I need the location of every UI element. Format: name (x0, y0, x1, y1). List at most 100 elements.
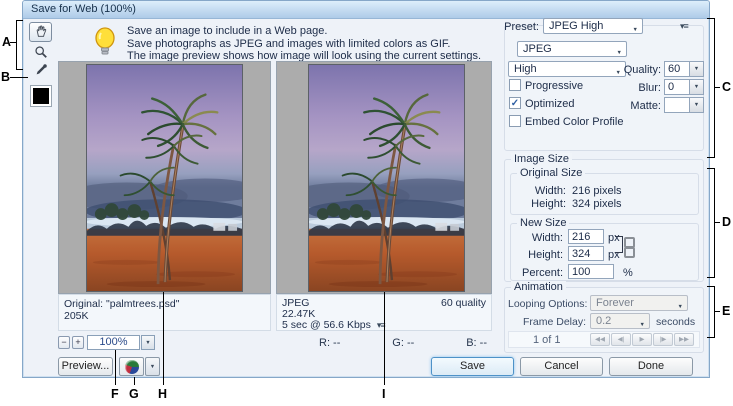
image-size-title: Image Size (511, 153, 572, 165)
new-height-input[interactable] (568, 246, 604, 261)
callout-line-f (115, 350, 116, 385)
last-frame-button[interactable]: ▶▶ (674, 333, 694, 346)
animation-title: Animation (511, 281, 566, 293)
frame-delay-label: Frame Delay: (523, 316, 586, 328)
new-width-label: Width: (515, 232, 563, 244)
quality-preset-select[interactable]: High (508, 61, 626, 77)
callout-letter-i: I (382, 387, 385, 401)
original-filesize: 205K (64, 310, 265, 322)
tip-line-1: Save an image to include in a Web page. (127, 25, 481, 38)
eyedropper-tool-button[interactable] (31, 63, 51, 80)
frame-nav-strip: 1 of 1 ◀◀ ◀| ▶ |▶ ▶▶ (508, 331, 700, 348)
frame-delay-unit: seconds (656, 316, 695, 328)
callout-line-b (10, 77, 28, 78)
zoom-out-button[interactable]: − (58, 336, 70, 349)
quality-label: Quality: (615, 64, 661, 76)
new-height-label: Height: (515, 249, 563, 261)
browser-preview-button[interactable] (119, 357, 144, 376)
save-for-web-dialog: Save for Web (100%) Save an image to inc… (22, 0, 710, 378)
new-size-title: New Size (517, 217, 569, 229)
hand-icon (34, 24, 48, 41)
orig-width-label: Width: (518, 185, 566, 197)
tip-text: Save an image to include in a Web page. … (127, 25, 481, 63)
settings-flyout-icon[interactable] (680, 20, 688, 32)
orig-height-label: Height: (518, 198, 566, 210)
original-preview-panel[interactable] (58, 61, 271, 294)
zoom-tool-button[interactable] (31, 45, 51, 62)
g-value: G: -- (392, 337, 414, 349)
progressive-checkbox[interactable] (509, 79, 521, 91)
hand-tool-button[interactable] (29, 22, 52, 42)
embed-profile-label: Embed Color Profile (525, 116, 623, 128)
optimized-preview-image[interactable] (308, 64, 465, 292)
zoom-level-dropdown-button[interactable] (141, 335, 155, 350)
constrain-link-icon[interactable] (624, 237, 632, 252)
optimized-label: Optimized (525, 98, 575, 110)
play-button[interactable]: ▶ (632, 333, 652, 346)
percent-input[interactable] (568, 264, 614, 279)
callout-bracket-e (707, 286, 715, 338)
callout-letter-f: F (111, 387, 119, 401)
percent-unit: % (623, 267, 633, 279)
callout-line-c (715, 87, 720, 88)
original-status-bar: Original: "palmtrees.psd" 205K (58, 294, 271, 331)
frame-counter: 1 of 1 (533, 334, 561, 346)
eyedropper-color-swatch[interactable] (30, 85, 52, 107)
looping-options-select[interactable]: Forever (590, 295, 688, 311)
lightbulb-icon (93, 27, 117, 60)
blur-label: Blur: (623, 82, 661, 94)
r-value: R: -- (319, 337, 340, 349)
link-bracket (615, 236, 623, 253)
quality-input[interactable] (664, 61, 690, 77)
preview-button[interactable]: Preview... (58, 357, 113, 376)
done-button[interactable]: Done (609, 357, 693, 376)
looping-options-label: Looping Options: (508, 298, 587, 310)
rgb-readout: R: -- G: -- B: -- (319, 337, 487, 349)
embed-profile-checkbox[interactable] (509, 115, 521, 127)
previous-frame-button[interactable]: ◀| (611, 333, 631, 346)
preset-select[interactable]: JPEG High (543, 18, 643, 34)
save-button[interactable]: Save (431, 357, 514, 376)
zoom-in-button[interactable]: + (72, 336, 84, 349)
original-preview-image[interactable] (86, 64, 243, 292)
callout-bracket-a (16, 20, 23, 70)
first-frame-button[interactable]: ◀◀ (590, 333, 610, 346)
eyedropper-icon (34, 63, 48, 80)
new-width-input[interactable] (568, 229, 604, 244)
blur-dropdown-button[interactable] (689, 79, 704, 95)
quality-dropdown-button[interactable] (689, 61, 704, 77)
callout-letter-b: B (1, 70, 10, 84)
blur-input[interactable] (664, 79, 690, 95)
browser-globe-icon (125, 360, 139, 374)
original-size-title: Original Size (517, 167, 585, 179)
callout-line-i (384, 292, 385, 385)
percent-label: Percent: (515, 267, 563, 279)
window-title: Save for Web (100%) (31, 3, 136, 15)
matte-input[interactable] (664, 97, 690, 113)
callout-bracket-d (707, 168, 715, 278)
callout-letter-e: E (722, 304, 730, 318)
browser-preview-dropdown-button[interactable] (145, 357, 160, 376)
orig-height-value: 324 pixels (572, 198, 622, 210)
zoom-level-field[interactable]: 100% (87, 335, 140, 350)
callout-line-g (134, 377, 135, 385)
callout-letter-c: C (722, 80, 731, 94)
title-bar[interactable]: Save for Web (100%) (23, 1, 709, 19)
preset-label: Preset: (483, 21, 539, 33)
b-value: B: -- (466, 337, 487, 349)
callout-letter-g: G (129, 387, 139, 401)
format-select[interactable]: JPEG (517, 41, 627, 57)
next-frame-button[interactable]: |▶ (653, 333, 673, 346)
callout-letter-d: D (722, 215, 731, 229)
frame-delay-select[interactable]: 0.2 (590, 313, 650, 329)
callout-line-e (715, 311, 720, 312)
optimized-checkbox[interactable]: ✓ (509, 97, 521, 109)
callout-line-h (163, 292, 164, 385)
optimized-preview-panel[interactable] (276, 61, 492, 294)
tip-line-2: Save photographs as JPEG and images with… (127, 38, 481, 51)
cancel-button[interactable]: Cancel (520, 357, 603, 376)
magnifier-icon (34, 45, 48, 62)
matte-dropdown-button[interactable] (689, 97, 704, 113)
callout-bracket-c (707, 18, 715, 158)
quality-note: 60 quality (441, 298, 486, 309)
